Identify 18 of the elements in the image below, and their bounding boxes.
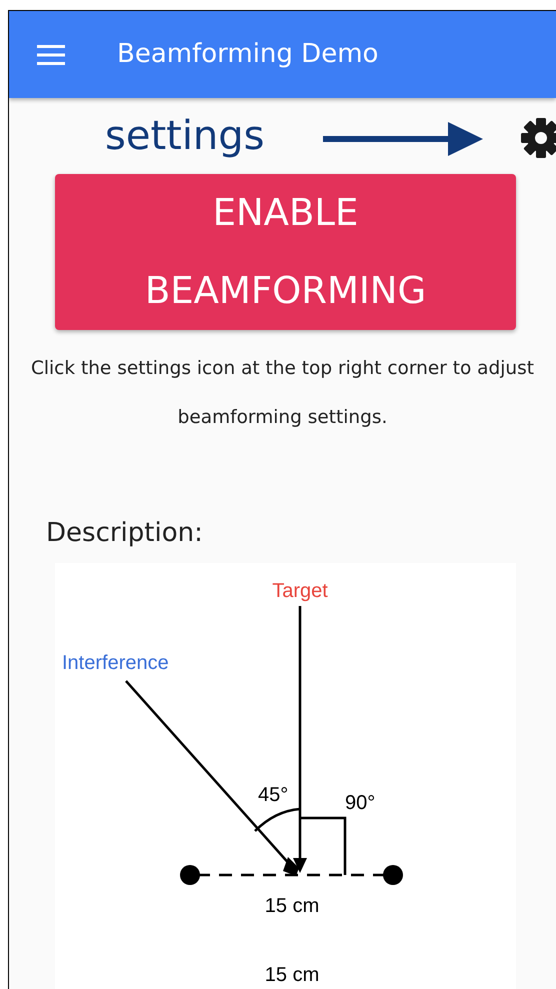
menu-icon[interactable]: [37, 44, 65, 64]
settings-icon[interactable]: [520, 117, 556, 159]
spacing-label: 15 cm: [264, 895, 320, 917]
app-title: Beamforming Demo: [117, 38, 378, 71]
angle-label: 45°: [258, 784, 288, 806]
right-angle-marker: [300, 816, 346, 875]
microphone-dot: [383, 865, 403, 885]
enable-beamforming-button[interactable]: ENABLE BEAMFORMING: [55, 174, 516, 330]
microphone-dot: [180, 865, 200, 885]
description-heading: Description:: [46, 517, 204, 550]
settings-hint: settings: [105, 116, 265, 156]
arrow-icon: [323, 122, 483, 156]
target-label: Target: [272, 580, 328, 602]
interference-label: Interference: [62, 652, 169, 674]
angle-arc: [254, 808, 300, 832]
spacing-label: 15 cm: [264, 964, 320, 986]
instructions-text: Click the settings icon at the top right corner to adjust beamforming settings.: [30, 357, 535, 430]
angle-label: 90°: [345, 792, 376, 814]
